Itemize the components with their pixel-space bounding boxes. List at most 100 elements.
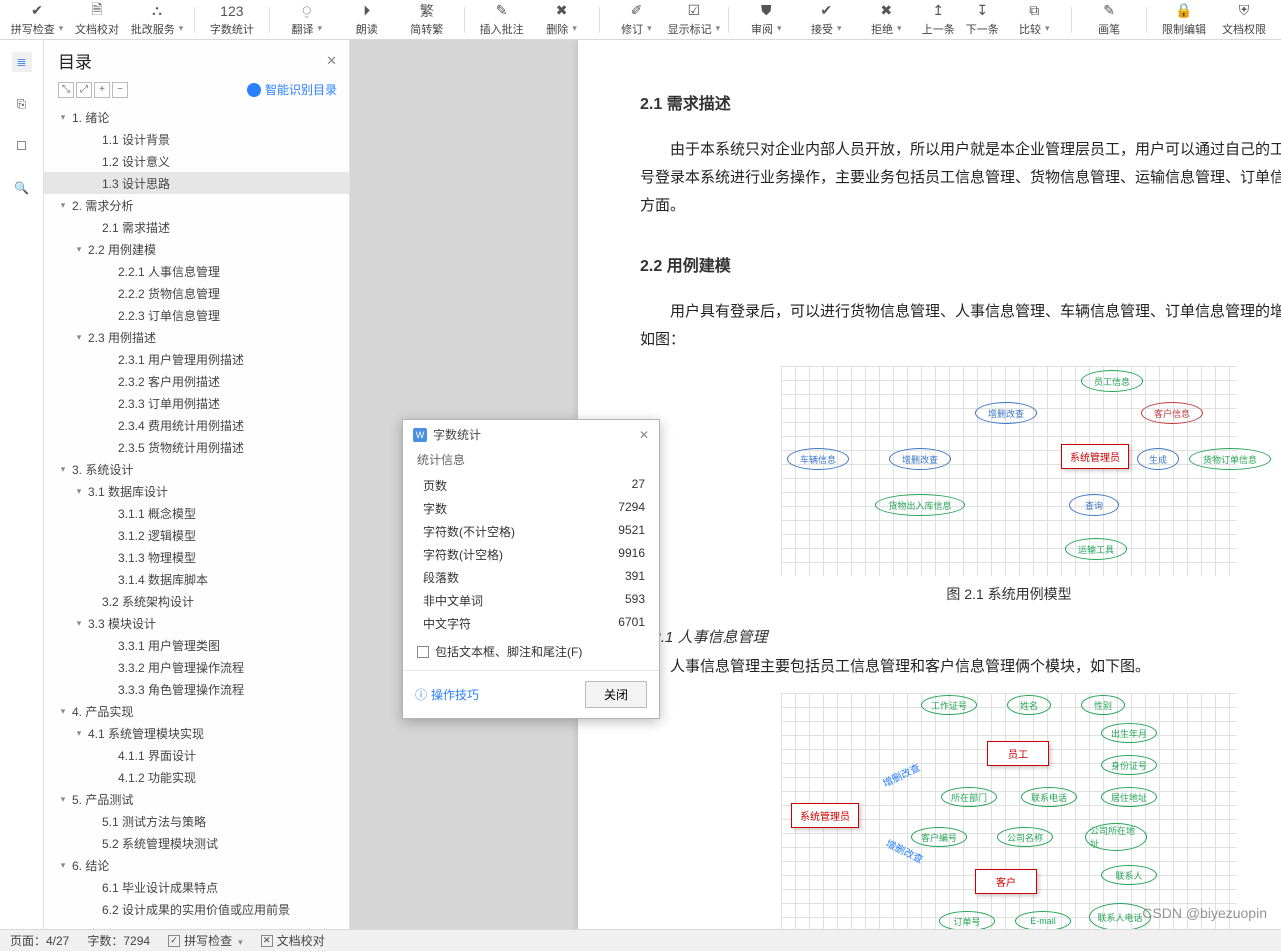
reviewnav-button[interactable]: ⛊审阅: [737, 0, 795, 40]
batch-button[interactable]: ⛬批改服务: [128, 0, 186, 40]
toc-entry[interactable]: 3.1.4 数据库脚本: [44, 568, 349, 590]
next-icon: ↧: [976, 3, 988, 19]
reject-button[interactable]: ✖拒绝: [857, 0, 915, 40]
compare-button[interactable]: ⧉比较: [1005, 0, 1063, 40]
status-proofread[interactable]: ✕文档校对: [261, 932, 325, 949]
outline-body[interactable]: 1. 绪论1.1 设计背景1.2 设计意义1.3 设计思路2. 需求分析2.1 …: [44, 104, 349, 929]
expand-all-icon[interactable]: ⤢: [76, 82, 92, 98]
toc-entry[interactable]: 2.3.1 用户管理用例描述: [44, 348, 349, 370]
toc-entry[interactable]: 2.2.2 货物信息管理: [44, 282, 349, 304]
toc-entry[interactable]: 4.1.2 功能实现: [44, 766, 349, 788]
app-icon: W: [413, 428, 427, 442]
toc-entry[interactable]: 3.1.2 逻辑模型: [44, 524, 349, 546]
document-page[interactable]: 2.1 需求描述 由于本系统只对企业内部人员开放，所以用户就是本企业管理层员工，…: [578, 40, 1281, 929]
close-icon[interactable]: ✕: [639, 428, 649, 442]
outline-title: 目录: [58, 48, 92, 73]
translate-button[interactable]: ⍜翻译: [278, 0, 336, 40]
revise-button[interactable]: ✐修订: [607, 0, 665, 40]
toc-entry[interactable]: 5. 产品测试: [44, 788, 349, 810]
stat-row: 字符数(不计空格)9521: [417, 520, 645, 543]
toc-entry[interactable]: 3. 系统设计: [44, 458, 349, 480]
toc-entry[interactable]: 2.3.2 客户用例描述: [44, 370, 349, 392]
toc-entry[interactable]: 2.2.1 人事信息管理: [44, 260, 349, 282]
toc-entry[interactable]: 3.3.3 角色管理操作流程: [44, 678, 349, 700]
toc-entry[interactable]: 4.1 系统管理模块实现: [44, 722, 349, 744]
next-button[interactable]: ↧下一条: [961, 0, 1003, 40]
status-bar: 页面：4/27 字数：7294 ✓拼写检查 ✕文档校对: [0, 929, 1281, 951]
toc-entry[interactable]: 2.3 用例描述: [44, 326, 349, 348]
simptrad-button[interactable]: 繁简转繁: [398, 0, 456, 40]
toc-entry[interactable]: 3.3.1 用户管理类图: [44, 634, 349, 656]
toc-entry[interactable]: 5.1 测试方法与策略: [44, 810, 349, 832]
chevron-down-icon: [72, 618, 86, 629]
read-button[interactable]: ⏵朗读: [338, 0, 396, 40]
rail-page-icon[interactable]: ⎘: [12, 94, 32, 114]
toc-entry[interactable]: 2.1 需求描述: [44, 216, 349, 238]
wordcount-button[interactable]: 123字数统计: [203, 0, 261, 40]
rail-outline-icon[interactable]: ≣: [12, 52, 32, 72]
read-icon: ⏵: [363, 3, 370, 19]
toc-entry[interactable]: 1.3 设计思路: [44, 172, 349, 194]
toc-entry[interactable]: 6.1 毕业设计成果特点: [44, 876, 349, 898]
restrictedit-button[interactable]: 🔒限制编辑: [1155, 0, 1213, 40]
status-wordcount[interactable]: 字数：7294: [87, 932, 150, 949]
toc-entry[interactable]: 6.2 设计成果的实用价值或应用前景: [44, 898, 349, 920]
review-button[interactable]: 🗎文档校对: [68, 0, 126, 40]
toc-entry[interactable]: 3.3 模块设计: [44, 612, 349, 634]
close-icon[interactable]: ✕: [326, 53, 337, 69]
usecase-node: 货物订单信息: [1189, 448, 1271, 470]
toc-entry[interactable]: 2.3.4 费用统计用例描述: [44, 414, 349, 436]
toc-entry[interactable]: 3.1 数据库设计: [44, 480, 349, 502]
brush-button[interactable]: ✎画笔: [1080, 0, 1138, 40]
toc-entry[interactable]: 4. 产品实现: [44, 700, 349, 722]
ribbon-toolbar: ✔拼写检查🗎文档校对⛬批改服务 123字数统计 ⍜翻译⏵朗读繁简转繁 ✎插入批注✖删除…: [0, 0, 1281, 40]
toc-entry[interactable]: 3.2 系统架构设计: [44, 590, 349, 612]
toc-entry[interactable]: 3.3.2 用户管理操作流程: [44, 656, 349, 678]
toc-entry[interactable]: 2.2 用例建模: [44, 238, 349, 260]
stat-row: 段落数391: [417, 566, 645, 589]
wordcount-dialog: W字数统计 ✕ 统计信息 页数27字数7294字符数(不计空格)9521字符数(…: [402, 419, 660, 719]
rail-find-icon[interactable]: 🔍: [12, 178, 32, 198]
status-spellcheck[interactable]: ✓拼写检查: [168, 932, 243, 949]
attr-node: 公司名称: [997, 827, 1053, 847]
toc-entry[interactable]: 3.1.3 物理模型: [44, 546, 349, 568]
toc-entry[interactable]: 1. 绪论: [44, 106, 349, 128]
smart-outline-link[interactable]: 智能识别目录: [247, 81, 337, 98]
chevron-down-icon: [56, 112, 70, 123]
collapse-icon[interactable]: −: [112, 82, 128, 98]
toc-entry[interactable]: 2. 需求分析: [44, 194, 349, 216]
prev-button[interactable]: ↥上一条: [917, 0, 959, 40]
delete-button[interactable]: ✖删除: [533, 0, 591, 40]
toc-entry[interactable]: 5.2 系统管理模块测试: [44, 832, 349, 854]
showmarks-button[interactable]: ☑显示标记: [667, 0, 720, 40]
status-page[interactable]: 页面：4/27: [10, 932, 69, 949]
include-footnotes-checkbox[interactable]: 包括文本框、脚注和尾注(F): [417, 643, 645, 660]
toc-entry[interactable]: 6. 结论: [44, 854, 349, 876]
toc-entry[interactable]: 1.1 设计背景: [44, 128, 349, 150]
toc-entry[interactable]: 2.3.3 订单用例描述: [44, 392, 349, 414]
tips-link[interactable]: 操作技巧: [415, 686, 479, 703]
rail-bookmark-icon[interactable]: ☐: [12, 136, 32, 156]
docperm-button[interactable]: ⛨文档权限: [1215, 0, 1273, 40]
accept-button[interactable]: ✔接受: [797, 0, 855, 40]
restrictedit-icon: 🔒: [1175, 3, 1192, 19]
close-button[interactable]: 关闭: [585, 681, 647, 708]
collapse-all-icon[interactable]: ⤡: [58, 82, 74, 98]
usecase-node: 车辆信息: [787, 448, 849, 470]
entity-node: 客户: [975, 869, 1037, 894]
compare-icon: ⧉: [1029, 3, 1039, 19]
expand-icon[interactable]: +: [94, 82, 110, 98]
toc-entry[interactable]: 2.3.5 货物统计用例描述: [44, 436, 349, 458]
revise-icon: ✐: [631, 3, 643, 19]
usecase-node: 生成: [1137, 448, 1179, 470]
toc-entry[interactable]: 3.1.1 概念模型: [44, 502, 349, 524]
comment-button[interactable]: ✎插入批注: [473, 0, 531, 40]
spellcheck-icon: ✔: [31, 3, 43, 19]
toc-entry[interactable]: 4.1.1 界面设计: [44, 744, 349, 766]
toc-entry[interactable]: 1.2 设计意义: [44, 150, 349, 172]
spellcheck-button[interactable]: ✔拼写检查: [8, 0, 66, 40]
toc-entry[interactable]: 2.2.3 订单信息管理: [44, 304, 349, 326]
attr-node: 居住地址: [1101, 787, 1157, 807]
chevron-down-icon: [72, 486, 86, 497]
checkbox-icon[interactable]: [417, 646, 429, 658]
